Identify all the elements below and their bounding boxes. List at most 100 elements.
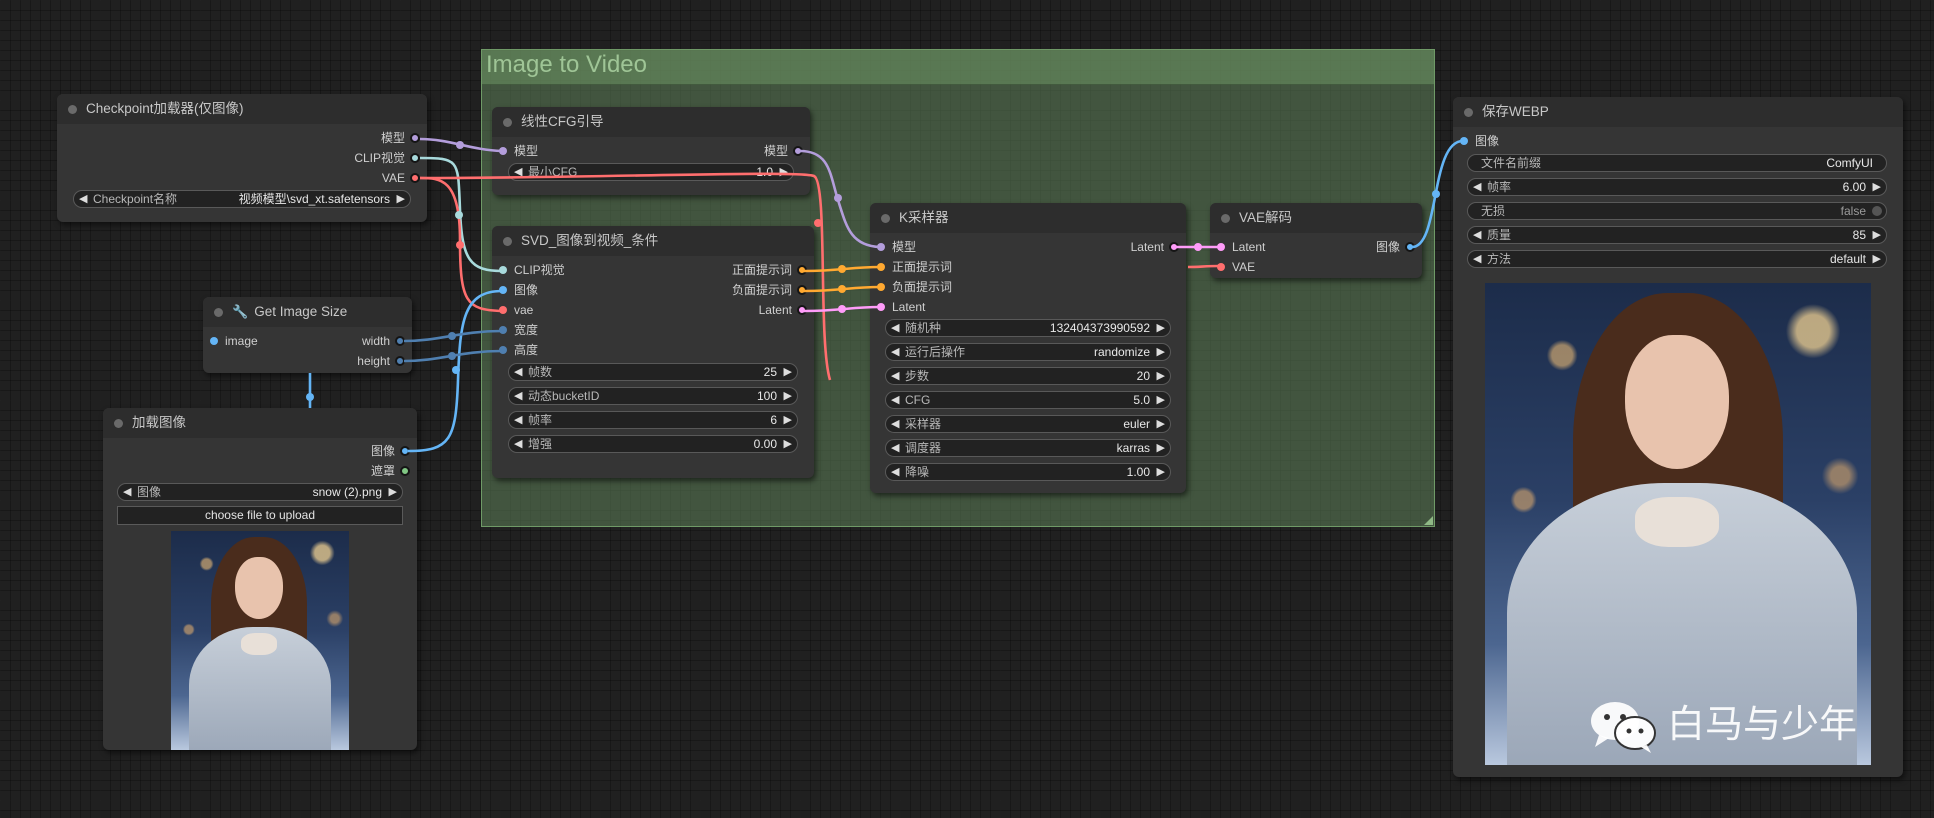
- slot-dot-icon[interactable]: [499, 286, 507, 294]
- slot-dot-icon[interactable]: [877, 303, 885, 311]
- slot-dot-icon[interactable]: [395, 336, 405, 346]
- arrow-left-icon[interactable]: ◀: [514, 412, 522, 428]
- io-row-vae[interactable]: vae Latent: [492, 302, 814, 318]
- input-slot-latent[interactable]: Latent: [870, 299, 1186, 315]
- arrow-right-icon[interactable]: ▶: [1157, 464, 1165, 480]
- widget-method[interactable]: ◀ 方法 default ▶: [1467, 250, 1887, 268]
- arrow-right-icon[interactable]: ▶: [784, 436, 792, 452]
- node-header[interactable]: 🔧 Get Image Size: [203, 297, 412, 327]
- collapse-dot-icon[interactable]: [214, 308, 223, 317]
- node-checkpoint-loader[interactable]: Checkpoint加载器(仅图像) 模型 CLIP视觉 VAE ◀ Check…: [57, 94, 427, 222]
- arrow-left-icon[interactable]: ◀: [514, 388, 522, 404]
- node-header[interactable]: 保存WEBP: [1453, 97, 1903, 127]
- arrow-left-icon[interactable]: ◀: [891, 440, 899, 456]
- choose-file-button[interactable]: choose file to upload: [117, 506, 403, 525]
- widget-min-cfg[interactable]: ◀ 最小CFG 1.0 ▶: [508, 163, 794, 181]
- output-slot-image[interactable]: 图像: [103, 443, 417, 459]
- arrow-right-icon[interactable]: ▶: [780, 164, 788, 180]
- io-row-image[interactable]: 图像 负面提示词: [492, 282, 814, 298]
- node-header[interactable]: 线性CFG引导: [492, 107, 810, 137]
- input-slot-positive[interactable]: 正面提示词: [870, 259, 1186, 275]
- collapse-dot-icon[interactable]: [68, 105, 77, 114]
- input-slot-vae[interactable]: VAE: [1210, 259, 1422, 275]
- widget-frames[interactable]: ◀ 帧数 25 ▶: [508, 363, 798, 381]
- widget-fps[interactable]: ◀ 帧率 6.00 ▶: [1467, 178, 1887, 196]
- widget-filename-prefix[interactable]: 文件名前缀 ComfyUI: [1467, 154, 1887, 172]
- slot-dot-icon[interactable]: [877, 263, 885, 271]
- widget-denoise[interactable]: ◀ 降噪 1.00 ▶: [885, 463, 1171, 481]
- arrow-left-icon[interactable]: ◀: [891, 320, 899, 336]
- slot-dot-icon[interactable]: [1217, 243, 1225, 251]
- slot-dot-icon[interactable]: [410, 173, 420, 183]
- arrow-left-icon[interactable]: ◀: [1473, 227, 1481, 243]
- slot-dot-icon[interactable]: [797, 305, 807, 315]
- node-save-webp[interactable]: 保存WEBP 图像 文件名前缀 ComfyUI ◀ 帧率 6.00 ▶ 无损 f…: [1453, 97, 1903, 777]
- node-load-image[interactable]: 加载图像 图像 遮罩 ◀ 图像 snow (2).png ▶ choose fi…: [103, 408, 417, 750]
- slot-dot-icon[interactable]: [210, 337, 218, 345]
- slot-dot-icon[interactable]: [1405, 242, 1415, 252]
- widget-motion-bucket-id[interactable]: ◀ 动态bucketID 100 ▶: [508, 387, 798, 405]
- widget-fps[interactable]: ◀ 帧率 6 ▶: [508, 411, 798, 429]
- widget-image-select[interactable]: ◀ 图像 snow (2).png ▶: [117, 483, 403, 501]
- io-row-latent-image[interactable]: Latent 图像: [1210, 239, 1422, 255]
- widget-lossless-toggle[interactable]: 无损 false: [1467, 202, 1887, 220]
- output-slot-model[interactable]: 模型: [57, 130, 427, 146]
- widget-checkpoint-name[interactable]: ◀ Checkpoint名称 视频模型\svd_xt.safetensors ▶: [73, 190, 411, 208]
- arrow-right-icon[interactable]: ▶: [1873, 179, 1881, 195]
- arrow-right-icon[interactable]: ▶: [397, 191, 405, 207]
- slot-dot-icon[interactable]: [797, 265, 807, 275]
- slot-dot-icon[interactable]: [1460, 137, 1468, 145]
- node-ksampler[interactable]: K采样器 模型 Latent 正面提示词 负面提示词 Latent ◀ 随机种 …: [870, 203, 1186, 493]
- slot-dot-icon[interactable]: [395, 356, 405, 366]
- group-resize-handle[interactable]: [1424, 516, 1433, 525]
- arrow-right-icon[interactable]: ▶: [1873, 227, 1881, 243]
- arrow-right-icon[interactable]: ▶: [784, 412, 792, 428]
- arrow-left-icon[interactable]: ◀: [891, 368, 899, 384]
- widget-seed[interactable]: ◀ 随机种 132404373990592 ▶: [885, 319, 1171, 337]
- arrow-left-icon[interactable]: ◀: [1473, 251, 1481, 267]
- arrow-left-icon[interactable]: ◀: [514, 436, 522, 452]
- slot-dot-icon[interactable]: [499, 326, 507, 334]
- arrow-left-icon[interactable]: ◀: [891, 464, 899, 480]
- toggle-knob-icon[interactable]: [1872, 206, 1882, 216]
- node-linear-cfg-guidance[interactable]: 线性CFG引导 模型 模型 ◀ 最小CFG 1.0 ▶: [492, 107, 810, 195]
- slot-dot-icon[interactable]: [410, 153, 420, 163]
- arrow-right-icon[interactable]: ▶: [784, 364, 792, 380]
- arrow-right-icon[interactable]: ▶: [389, 484, 397, 500]
- node-header[interactable]: K采样器: [870, 203, 1186, 233]
- collapse-dot-icon[interactable]: [503, 237, 512, 246]
- slot-dot-icon[interactable]: [797, 285, 807, 295]
- output-slot-vae[interactable]: VAE: [57, 170, 427, 186]
- input-slot-width[interactable]: 宽度: [492, 322, 814, 338]
- arrow-left-icon[interactable]: ◀: [123, 484, 131, 500]
- slot-dot-icon[interactable]: [499, 147, 507, 155]
- node-header[interactable]: SVD_图像到视频_条件: [492, 226, 814, 256]
- io-row-model[interactable]: 模型 模型: [492, 143, 810, 159]
- collapse-dot-icon[interactable]: [503, 118, 512, 127]
- widget-scheduler[interactable]: ◀ 调度器 karras ▶: [885, 439, 1171, 457]
- arrow-right-icon[interactable]: ▶: [784, 388, 792, 404]
- collapse-dot-icon[interactable]: [1221, 214, 1230, 223]
- collapse-dot-icon[interactable]: [1464, 108, 1473, 117]
- output-slot-height[interactable]: height: [203, 353, 412, 369]
- arrow-right-icon[interactable]: ▶: [1157, 320, 1165, 336]
- arrow-left-icon[interactable]: ◀: [891, 392, 899, 408]
- input-slot-negative[interactable]: 负面提示词: [870, 279, 1186, 295]
- arrow-left-icon[interactable]: ◀: [514, 164, 522, 180]
- slot-dot-icon[interactable]: [877, 283, 885, 291]
- output-slot-clip-vision[interactable]: CLIP视觉: [57, 150, 427, 166]
- arrow-right-icon[interactable]: ▶: [1157, 416, 1165, 432]
- node-header[interactable]: Checkpoint加载器(仅图像): [57, 94, 427, 124]
- node-header[interactable]: 加载图像: [103, 408, 417, 438]
- arrow-left-icon[interactable]: ◀: [1473, 179, 1481, 195]
- slot-dot-icon[interactable]: [1217, 263, 1225, 271]
- arrow-left-icon[interactable]: ◀: [891, 416, 899, 432]
- slot-dot-icon[interactable]: [499, 346, 507, 354]
- widget-augmentation[interactable]: ◀ 增强 0.00 ▶: [508, 435, 798, 453]
- node-graph-canvas[interactable]: Image to Video Checkpoint加载器(仅图像) 模型 CLI…: [0, 0, 1934, 818]
- widget-cfg[interactable]: ◀ CFG 5.0 ▶: [885, 391, 1171, 409]
- output-slot-mask[interactable]: 遮罩: [103, 463, 417, 479]
- input-slot-height[interactable]: 高度: [492, 342, 814, 358]
- slot-dot-icon[interactable]: [400, 446, 410, 456]
- slot-dot-icon[interactable]: [499, 266, 507, 274]
